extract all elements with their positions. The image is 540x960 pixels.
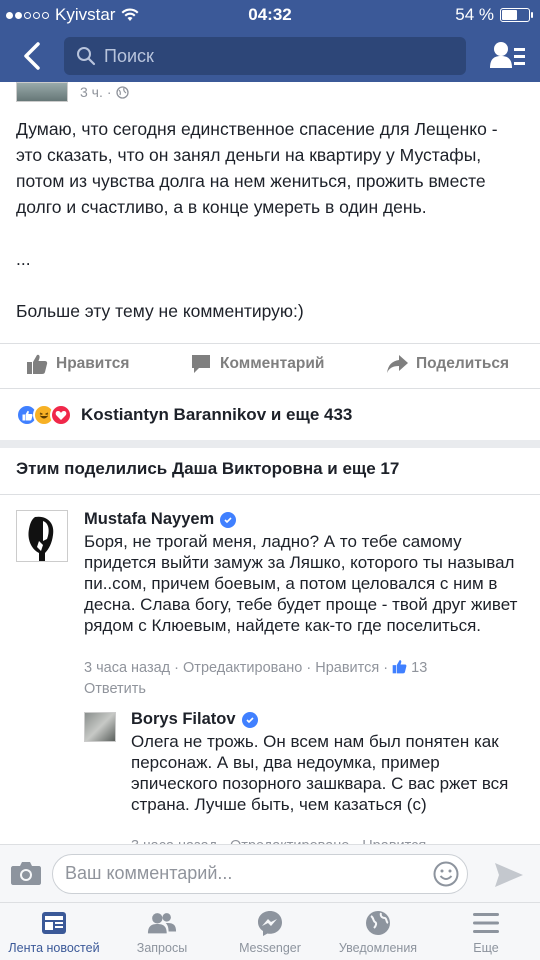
comment-composer xyxy=(0,844,540,902)
comment-author-avatar[interactable] xyxy=(16,510,68,562)
thumbs-up-icon xyxy=(27,354,48,374)
friends-list-button[interactable] xyxy=(490,40,526,72)
send-arrow-icon xyxy=(495,863,523,887)
messenger-icon xyxy=(255,909,285,937)
globe-icon xyxy=(363,909,393,937)
comment-input-box[interactable] xyxy=(52,854,468,894)
globe-privacy-icon xyxy=(115,85,129,99)
battery-icon xyxy=(500,8,533,22)
comment-button[interactable]: Комментарий xyxy=(190,353,324,375)
author-name-text: Borys Filatov xyxy=(131,710,236,728)
post-actions-bar: Нравится Комментарий Поделиться xyxy=(0,344,540,384)
separator-dot: · xyxy=(106,84,112,100)
search-input[interactable] xyxy=(104,45,444,67)
post-paragraph: Думаю, что сегодня единственное спасение… xyxy=(16,119,498,217)
emoji-button[interactable] xyxy=(433,861,459,887)
comment-like-link[interactable]: Нравится xyxy=(315,660,379,676)
tab-messenger[interactable]: Messenger xyxy=(216,903,324,960)
camera-button[interactable] xyxy=(10,859,42,889)
avatar-portrait-icon xyxy=(17,511,67,561)
thumbs-up-icon xyxy=(392,660,407,674)
love-reaction-icon xyxy=(50,404,72,426)
top-navigation-bar xyxy=(0,30,540,82)
tab-notifications[interactable]: Уведомления xyxy=(324,903,432,960)
post-author-avatar[interactable] xyxy=(16,82,68,102)
send-button[interactable] xyxy=(494,861,524,889)
post-time-text: 3 ч. xyxy=(80,84,103,100)
divider xyxy=(0,388,540,389)
share-arrow-icon xyxy=(387,355,408,373)
verified-badge-icon xyxy=(220,511,237,528)
comment-meta: 3 часа назад · Отредактировано · Нравитс… xyxy=(84,658,524,700)
tab-label: Уведомления xyxy=(338,941,418,955)
bottom-tab-bar: Лента новостей Запросы Messenger Уведомл… xyxy=(0,902,540,960)
shares-summary[interactable]: Этим поделились Даша Викторовна и еще 17 xyxy=(16,459,399,479)
reply-author-name[interactable]: Borys Filatov xyxy=(131,710,258,729)
comment-bubble-icon xyxy=(192,355,210,373)
comment-author-name[interactable]: Mustafa Nayyem xyxy=(84,510,237,529)
comment-reply-link[interactable]: Ответить xyxy=(84,681,146,697)
separator-dot: · xyxy=(383,660,393,676)
reply-meta-clipped: 3 часа назад · Отредактировано · Нравитс… xyxy=(131,836,526,844)
verified-badge-icon xyxy=(241,711,258,728)
post-timestamp[interactable]: 3 ч. · xyxy=(80,84,129,100)
post-body: Думаю, что сегодня единственное спасение… xyxy=(16,116,526,350)
like-button[interactable]: Нравится xyxy=(26,353,129,375)
tab-more[interactable]: Еще xyxy=(432,903,540,960)
comment-timestamp[interactable]: 3 часа назад xyxy=(84,660,170,676)
share-label: Поделиться xyxy=(416,355,510,372)
search-icon xyxy=(77,47,96,66)
comment-like-count[interactable]: 13 xyxy=(411,660,427,676)
smiley-icon xyxy=(433,861,459,887)
like-label: Нравится xyxy=(56,355,130,372)
post-paragraph: Больше эту тему не комментирую:) xyxy=(16,301,304,321)
post-paragraph: ... xyxy=(16,249,31,269)
camera-icon xyxy=(11,862,41,885)
tab-friend-requests[interactable]: Запросы xyxy=(108,903,216,960)
share-button[interactable]: Поделиться xyxy=(386,353,509,375)
battery-status: 54 % xyxy=(455,5,533,25)
separator-dot: · xyxy=(306,660,316,676)
tab-label: Запросы xyxy=(136,941,188,955)
post-header: 3 ч. · xyxy=(0,82,540,106)
reactions-text: Kostiantyn Barannikov и еще 433 xyxy=(81,405,353,424)
author-name-text: Mustafa Nayyem xyxy=(84,510,215,528)
reaction-icons xyxy=(16,404,72,426)
reactions-summary[interactable]: Kostiantyn Barannikov и еще 433 xyxy=(16,404,352,426)
menu-icon xyxy=(471,909,501,937)
comment-text: Боря, не трогай меня, ладно? А то тебе с… xyxy=(84,532,518,635)
status-bar: Kyivstar 04:32 54 % xyxy=(0,0,540,30)
tab-label: Messenger xyxy=(239,941,301,955)
news-feed-icon xyxy=(39,909,69,937)
section-separator xyxy=(0,440,540,448)
divider xyxy=(0,494,540,495)
reply-text: Олега не трожь. Он всем нам был понятен … xyxy=(131,732,509,814)
contacts-icon xyxy=(490,42,525,68)
reply-author-avatar[interactable] xyxy=(84,712,116,742)
comment-input[interactable] xyxy=(65,863,425,884)
tab-news-feed[interactable]: Лента новостей xyxy=(0,903,108,960)
chevron-left-icon xyxy=(24,42,40,70)
back-button[interactable] xyxy=(14,38,50,74)
edited-label[interactable]: Отредактировано xyxy=(183,660,302,676)
battery-level xyxy=(502,10,518,20)
search-bar[interactable] xyxy=(64,37,466,75)
tab-label: Еще xyxy=(473,941,499,955)
comment-label: Комментарий xyxy=(220,355,325,372)
separator-dot: · xyxy=(174,660,184,676)
battery-percent: 54 % xyxy=(455,5,494,24)
friend-requests-icon xyxy=(147,909,177,937)
tab-label: Лента новостей xyxy=(8,941,100,955)
